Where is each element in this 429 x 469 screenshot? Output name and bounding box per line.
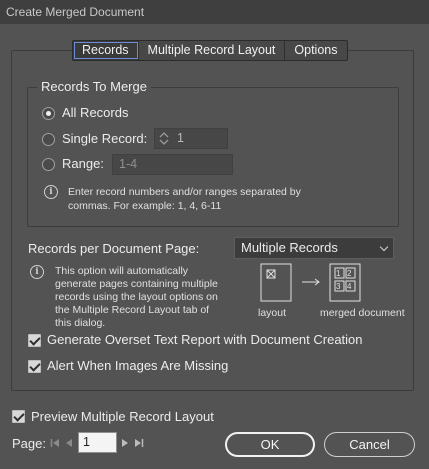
overset-report-checkbox[interactable] (28, 334, 41, 347)
range-hint-line-2: commas. For example: 1, 4, 6-11 (68, 200, 222, 212)
merged-document-caption: merged document (320, 307, 405, 319)
records-per-page-select[interactable]: Multiple Records (234, 237, 394, 259)
records-per-page-value: Multiple Records (241, 240, 338, 255)
diagram-cell-4: 4 (347, 282, 352, 291)
page-label: Page: (12, 436, 46, 451)
diagram-cell-2: 2 (347, 269, 352, 278)
tab-bar: Records Multiple Record Layout Options (72, 40, 348, 61)
records-to-merge-title: Records To Merge (37, 79, 151, 94)
chevron-down-icon (379, 242, 389, 252)
overset-report-label[interactable]: Generate Overset Text Report with Docume… (47, 332, 363, 347)
spinner-icon[interactable] (159, 131, 169, 146)
range-hint-line-1: Enter record numbers and/or ranges separ… (68, 186, 301, 198)
ok-button[interactable]: OK (225, 432, 315, 457)
prev-page-icon[interactable] (65, 438, 73, 448)
all-records-radio[interactable] (42, 107, 55, 120)
layout-diagram (260, 263, 361, 302)
records-info-line-2: generate pages containing multiple (55, 278, 218, 290)
single-record-label[interactable]: Single Record: (62, 131, 147, 146)
records-info-line-4: the Multiple Record Layout tab of (55, 304, 210, 316)
records-info-line-5: this dialog. (55, 317, 106, 329)
next-page-icon[interactable] (121, 438, 129, 448)
range-label[interactable]: Range: (62, 156, 104, 171)
page-input[interactable]: 1 (78, 432, 117, 453)
range-radio[interactable] (42, 158, 55, 171)
tab-records[interactable]: Records (73, 41, 139, 60)
diagram-cell-3: 3 (336, 282, 341, 291)
missing-images-checkbox[interactable] (28, 360, 41, 373)
single-record-radio[interactable] (42, 133, 55, 146)
first-page-icon[interactable] (50, 438, 60, 448)
info-icon: i (30, 265, 44, 279)
tab-multiple-record-layout[interactable]: Multiple Record Layout (139, 41, 286, 60)
cancel-button[interactable]: Cancel (324, 432, 415, 457)
all-records-label[interactable]: All Records (62, 105, 128, 120)
missing-images-label[interactable]: Alert When Images Are Missing (47, 358, 228, 373)
records-info-line-3: records using the layout options on (55, 291, 218, 303)
layout-caption: layout (258, 307, 287, 319)
preview-label[interactable]: Preview Multiple Record Layout (31, 409, 214, 424)
records-per-page-label: Records per Document Page: (28, 241, 200, 256)
records-info-line-1: This option will automatically (55, 265, 189, 277)
info-icon: i (44, 185, 58, 199)
last-page-icon[interactable] (134, 438, 144, 448)
range-input[interactable]: 1-4 (112, 154, 233, 175)
diagram-cell-1: 1 (336, 269, 341, 278)
tab-options[interactable]: Options (285, 41, 346, 60)
window-title: Create Merged Document (0, 0, 429, 24)
preview-checkbox[interactable] (12, 410, 25, 423)
